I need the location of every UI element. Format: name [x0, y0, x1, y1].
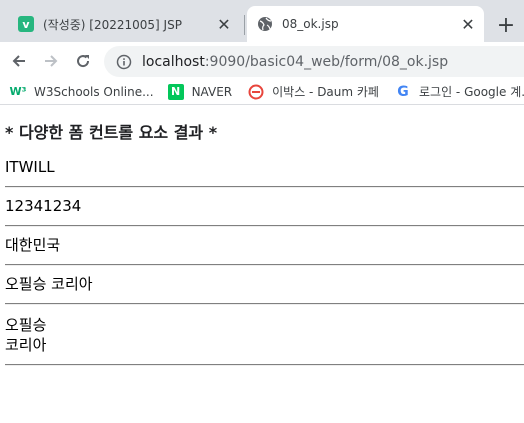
- tab-title: 08_ok.jsp: [282, 17, 339, 31]
- textarea-line: 오필승: [5, 316, 47, 334]
- bookmark-daum-cafe[interactable]: 이박스 - Daum 카페: [248, 83, 379, 100]
- bookmarks-bar: W³ W3Schools Online... N NAVER 이박스 - Dau…: [0, 79, 524, 105]
- info-icon[interactable]: [116, 54, 132, 70]
- reload-button[interactable]: [71, 49, 95, 73]
- browser-toolbar: localhost:9090/basic04_web/form/08_ok.js…: [0, 42, 524, 79]
- naver-icon: N: [167, 83, 184, 100]
- url-path: :9090/basic04_web/form/08_ok.jsp: [204, 53, 449, 70]
- bookmark-google[interactable]: G 로그인 - Google 계...: [395, 83, 524, 100]
- address-bar[interactable]: localhost:9090/basic04_web/form/08_ok.js…: [104, 46, 524, 77]
- tab-jsp-post[interactable]: v (작성중) [20221005] JSP ✕: [8, 6, 240, 42]
- bookmark-label: W3Schools Online...: [34, 84, 154, 99]
- new-tab-button[interactable]: +: [494, 13, 518, 38]
- textarea-line: 코리아: [5, 336, 47, 354]
- tab-separator: [244, 15, 245, 35]
- v-icon: v: [18, 16, 34, 32]
- tab-title: (작성중) [20221005] JSP: [43, 17, 182, 32]
- page-heading: * 다양한 폼 컨트롤 요소 결과 *: [5, 123, 218, 142]
- arrow-right-icon: [45, 55, 58, 67]
- result-password: 12341234: [5, 197, 82, 215]
- url-host: localhost: [142, 53, 205, 70]
- page-content: * 다양한 폼 컨트롤 요소 결과 * ITWILL 12341234 대한민국…: [0, 105, 524, 366]
- divider: [5, 364, 524, 366]
- w3schools-icon: W³: [9, 85, 27, 98]
- result-id: ITWILL: [5, 158, 55, 176]
- google-icon: G: [397, 83, 409, 100]
- tab-strip: v (작성중) [20221005] JSP ✕ 08_ok.jsp ✕ +: [0, 0, 524, 42]
- close-icon[interactable]: ✕: [214, 14, 234, 34]
- daum-cafe-icon: [248, 84, 264, 99]
- bookmark-w3schools[interactable]: W³ W3Schools Online...: [10, 84, 154, 100]
- tab-08-ok[interactable]: 08_ok.jsp ✕: [247, 6, 484, 42]
- close-icon[interactable]: ✕: [458, 14, 478, 34]
- arrow-left-icon: [12, 55, 25, 67]
- bookmark-label: NAVER: [191, 84, 233, 99]
- back-button[interactable]: [7, 49, 31, 73]
- bookmark-label: 로그인 - Google 계...: [418, 85, 524, 99]
- bookmark-naver[interactable]: N NAVER: [167, 83, 233, 100]
- bookmark-label: 이박스 - Daum 카페: [272, 85, 379, 99]
- globe-icon: [258, 17, 272, 31]
- result-textarea: 오필승 코리아: [5, 305, 524, 355]
- forward-button[interactable]: [39, 49, 63, 73]
- reload-icon: [77, 55, 90, 68]
- result-country: 대한민국: [5, 236, 61, 254]
- result-text: 오필승 코리아: [5, 275, 93, 293]
- url-text: localhost:9090/basic04_web/form/08_ok.js…: [142, 54, 448, 70]
